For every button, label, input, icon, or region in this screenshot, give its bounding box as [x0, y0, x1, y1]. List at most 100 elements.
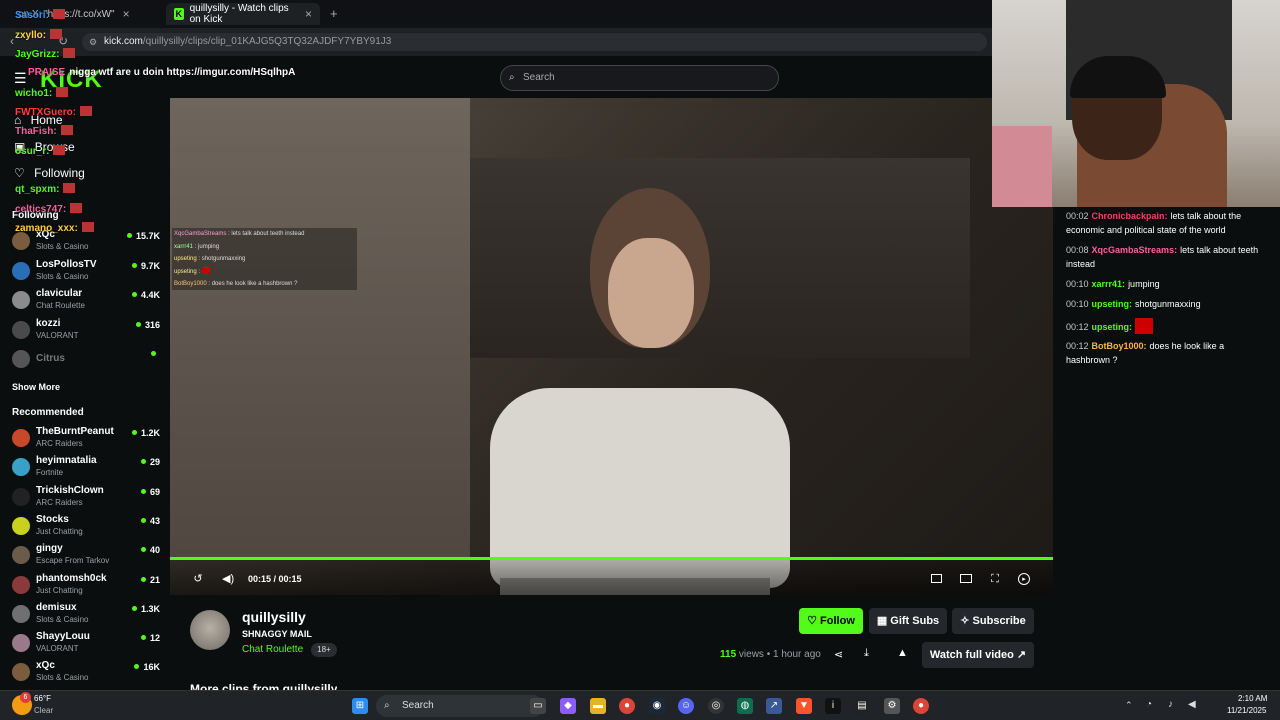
chrome-active-icon[interactable]: ●: [913, 698, 929, 714]
settings-icon[interactable]: ⚙: [884, 698, 900, 714]
fullscreen-icon[interactable]: ⛶: [989, 573, 1001, 585]
chat-username[interactable]: upseting:: [1092, 299, 1133, 309]
chat-username[interactable]: upseting:: [1092, 322, 1133, 332]
viewer-count: 43: [141, 516, 160, 526]
channel-name: clavicular: [36, 288, 83, 299]
watch-full-label: Watch full video: [929, 649, 1014, 661]
show-more-link[interactable]: Show More: [12, 382, 60, 392]
category-link[interactable]: Chat Roulette: [242, 644, 303, 655]
video-player[interactable]: XqcGambaStreams : lets talk about teeth …: [170, 98, 1053, 595]
file-explorer-icon[interactable]: ▬: [590, 698, 606, 714]
close-icon[interactable]: ×: [305, 7, 312, 21]
network-icon[interactable]: ◔: [1146, 699, 1152, 710]
subscribe-button[interactable]: ✧ Subscribe: [952, 608, 1034, 634]
channel-avatar[interactable]: [190, 610, 230, 650]
emote-icon: [52, 9, 65, 19]
download-icon[interactable]: ⤓: [864, 647, 869, 660]
sidebar-channel[interactable]: phantomsh0ck Just Chatting 21: [10, 573, 162, 599]
sidebar-channel[interactable]: heyimnatalia Fortnite 29: [10, 455, 162, 481]
obs-icon[interactable]: ◎: [708, 698, 724, 714]
external-link-icon: ↗: [1016, 649, 1027, 661]
avatar: [12, 429, 30, 447]
gift-subs-button[interactable]: ▦ Gift Subs: [869, 608, 947, 634]
emote-icon: [53, 145, 66, 155]
sidebar-channel[interactable]: xQc Slots & Casino 16K: [10, 660, 162, 686]
info-app-icon[interactable]: i: [825, 698, 841, 714]
clock-time[interactable]: 2:10 AM: [1238, 694, 1267, 703]
clock-date[interactable]: 11/21/2025: [1227, 706, 1266, 715]
heart-icon: ♡: [807, 615, 817, 627]
channel-category: Slots & Casino: [36, 614, 89, 624]
sidebar-channel[interactable]: kozzi VALORANT 316: [10, 318, 162, 344]
microphone-icon[interactable]: ♪: [1168, 699, 1173, 710]
overlay-chat-user: zamano_xxx:: [15, 223, 78, 234]
watch-full-video-button[interactable]: Watch full video ↗: [922, 642, 1034, 668]
sidebar-channel[interactable]: LosPollosTV Slots & Casino 9.7K: [10, 259, 162, 285]
sidebar-channel[interactable]: ShayyLouu VALORANT 12: [10, 631, 162, 657]
subscribe-label: Subscribe: [972, 615, 1026, 627]
overlay-chat-line: Sasori:: [15, 9, 65, 21]
avatar: [12, 516, 30, 535]
chat-username[interactable]: BotBoy1000:: [1092, 341, 1147, 351]
viewer-count: 316: [136, 320, 160, 330]
report-icon[interactable]: ▲: [897, 647, 908, 659]
viewer-count: 40: [141, 545, 160, 555]
sidebar-channel[interactable]: Stocks Just Chatting 43: [10, 514, 162, 540]
channel-name: ShayyLouu: [36, 631, 90, 643]
task-view-icon[interactable]: ▭: [530, 698, 546, 714]
windows-start-icon[interactable]: ⊞: [352, 698, 368, 714]
chat-message: 00:10 upseting: shotgunmaxxing: [1066, 297, 1266, 311]
volume-icon[interactable]: ◀): [222, 573, 234, 585]
url-input[interactable]: ⚙ kick.com/quillysilly/clips/clip_01KAJG…: [82, 33, 987, 51]
menu-icon[interactable]: ☰: [14, 70, 27, 87]
miniplayer-icon[interactable]: [931, 574, 942, 583]
chat-username[interactable]: XqcGambaStreams:: [1092, 245, 1178, 255]
tab-kick[interactable]: K quillysilly - Watch clips on Kick ×: [166, 3, 320, 25]
chat-username[interactable]: Chronicbackpain:: [1092, 211, 1168, 221]
chrome-icon[interactable]: ●: [619, 698, 635, 714]
avatar: [12, 663, 30, 682]
video-chat-line: BotBoy1000 : does he look like a hashbro…: [174, 281, 298, 287]
viewer-count: 29: [141, 457, 160, 467]
copilot-icon[interactable]: ◆: [560, 698, 576, 714]
remote-icon[interactable]: ↗: [766, 698, 782, 714]
playback-speed-icon[interactable]: ▸: [1018, 573, 1030, 585]
steam-icon[interactable]: ◉: [649, 698, 665, 714]
follow-button[interactable]: ♡ Follow: [799, 608, 863, 634]
emote-icon: [201, 266, 210, 274]
chevron-up-icon[interactable]: ⌃: [1125, 700, 1133, 711]
sidebar-channel[interactable]: Citrus: [10, 347, 162, 373]
clip-category[interactable]: Chat Roulette 18+: [242, 643, 337, 657]
volume-icon[interactable]: ◀: [1188, 699, 1196, 710]
back-icon[interactable]: ‹: [10, 34, 14, 48]
channel-name[interactable]: quillysilly: [242, 609, 306, 625]
new-tab-icon[interactable]: +: [330, 6, 338, 21]
theater-mode-icon[interactable]: [960, 574, 972, 583]
search-input[interactable]: ⌕ Search: [500, 65, 779, 91]
views-label: views: [738, 649, 764, 660]
replay-icon[interactable]: ↺: [192, 573, 204, 585]
sidebar-channel[interactable]: gingy Escape From Tarkov 40: [10, 543, 162, 569]
terminal-icon[interactable]: ▤: [854, 698, 870, 714]
close-icon[interactable]: ×: [123, 7, 130, 21]
sidebar-channel[interactable]: TheBurntPeanut ARC Raiders 1.2K: [10, 426, 162, 452]
channel-name: Citrus: [36, 353, 65, 364]
chat-username[interactable]: xarrr41:: [1092, 279, 1126, 289]
emote-icon: [81, 222, 94, 232]
discord-icon[interactable]: ☺: [678, 698, 694, 714]
sidebar-item-following[interactable]: ♡ Following: [14, 166, 85, 180]
channel-category: Slots & Casino: [36, 271, 89, 281]
weather-temp: 66°F: [34, 694, 51, 703]
avatar: [12, 350, 30, 368]
brave-icon[interactable]: ▼: [796, 698, 812, 714]
share-icon[interactable]: ⋖: [834, 648, 843, 661]
sidebar-channel[interactable]: clavicular Chat Roulette 4.4K: [10, 288, 162, 314]
url-domain: kick.com: [104, 36, 143, 47]
clip-age: 1 hour ago: [773, 649, 821, 660]
site-info-icon[interactable]: ⚙: [89, 33, 97, 51]
sidebar-channel[interactable]: demisux Slots & Casino 1.3K: [10, 602, 162, 628]
channel-category: VALORANT: [36, 330, 79, 340]
sidebar-channel[interactable]: TrickishClown ARC Raiders 69: [10, 485, 162, 511]
app-icon[interactable]: ◍: [737, 698, 753, 714]
taskbar-search[interactable]: ⌕ Search: [376, 695, 544, 717]
